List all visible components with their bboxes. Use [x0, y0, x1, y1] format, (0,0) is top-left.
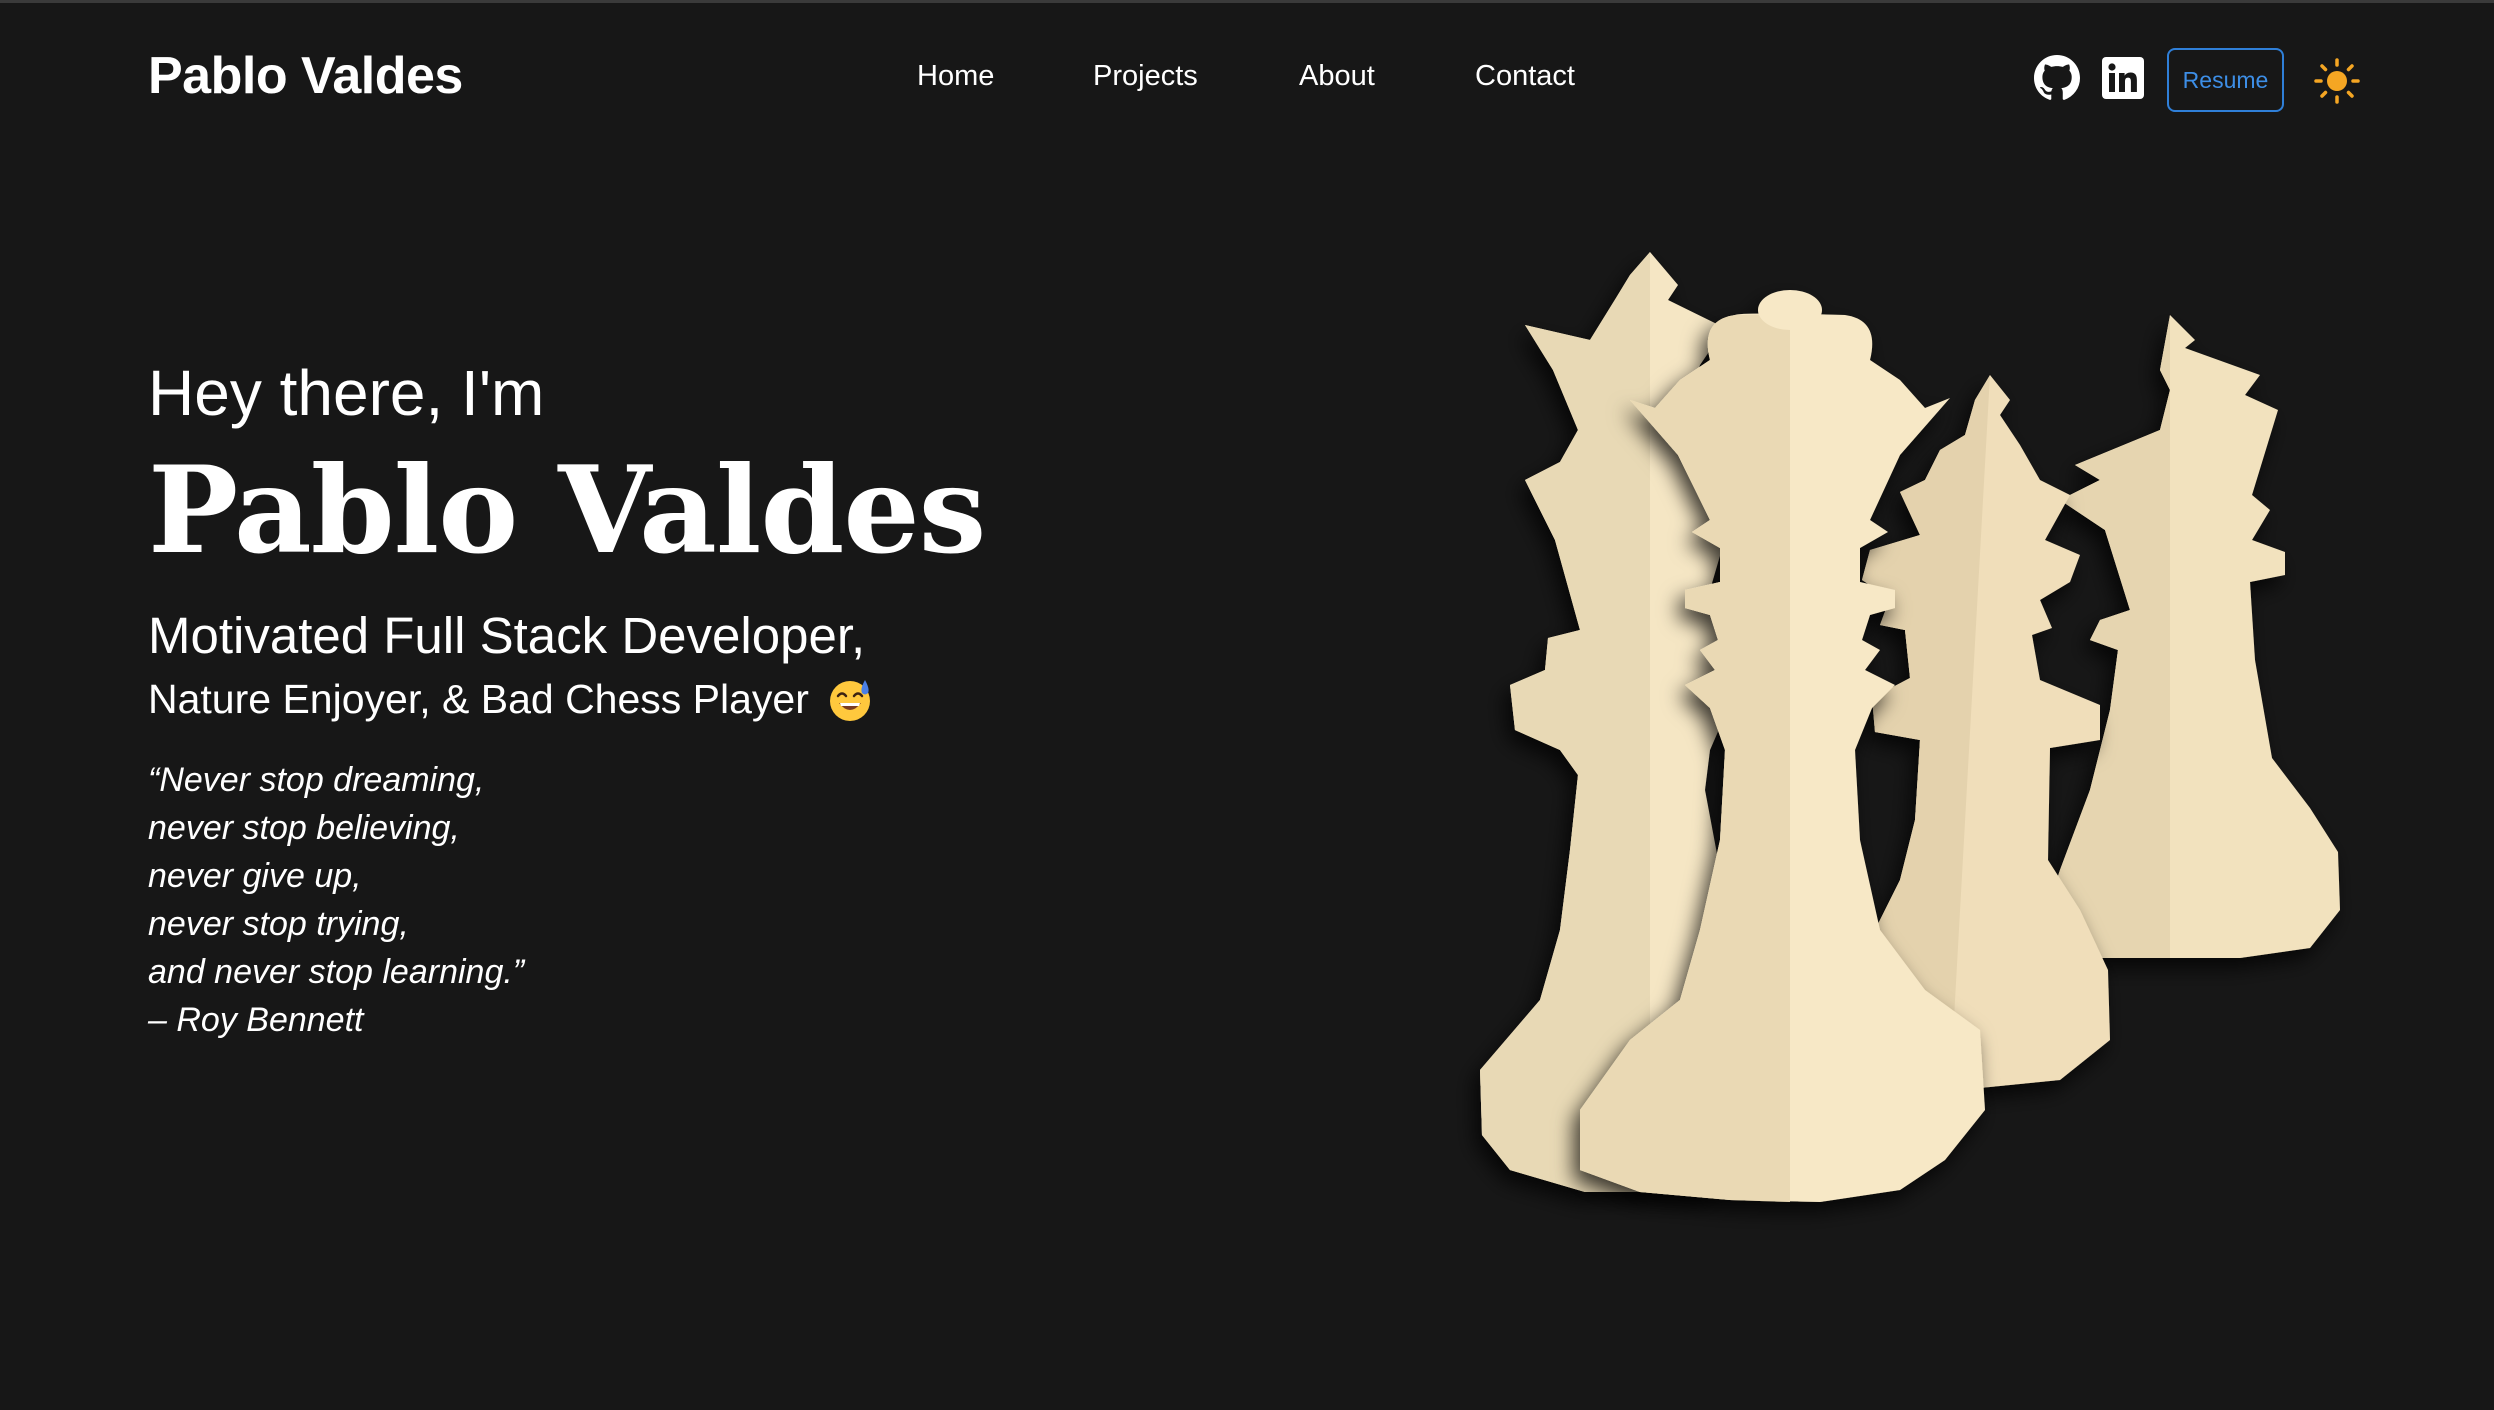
linkedin-icon[interactable] — [2102, 57, 2144, 99]
quote-line: “Never stop dreaming, — [148, 761, 485, 799]
github-icon[interactable] — [2034, 55, 2080, 101]
hero-tagline-line1: Motivated Full Stack Developer, — [148, 607, 866, 664]
quote-line: and never stop learning.” — [148, 953, 525, 991]
quote-line: never stop trying, — [148, 905, 409, 943]
quote-line: never give up, — [148, 857, 362, 895]
grinning-sweat-emoji-icon — [827, 677, 873, 723]
top-border — [0, 0, 2494, 3]
chess-pieces-illustration — [1300, 230, 2400, 1360]
sun-icon[interactable] — [2314, 58, 2360, 104]
nav-about[interactable]: About — [1299, 60, 1375, 93]
chess-king-back-right-icon — [2040, 315, 2340, 958]
nav-home[interactable]: Home — [917, 60, 994, 93]
resume-button[interactable]: Resume — [2167, 48, 2284, 112]
hero-tagline-line2-text: Nature Enjoyer, & Bad Chess Player — [148, 676, 809, 722]
hero-name: Pablo Valdes — [148, 440, 986, 581]
hero-tagline-line2: Nature Enjoyer, & Bad Chess Player — [148, 676, 873, 723]
portfolio-page: Pablo Valdes Home Projects About Contact… — [0, 0, 2494, 1410]
hero-greeting: Hey there, I'm — [148, 357, 545, 429]
quote-line: never stop believing, — [148, 809, 460, 847]
hero-quote: “Never stop dreaming, never stop believi… — [148, 756, 524, 1044]
nav-contact[interactable]: Contact — [1475, 60, 1575, 93]
nav-projects[interactable]: Projects — [1093, 60, 1198, 93]
quote-author: – Roy Bennett — [148, 1001, 364, 1039]
